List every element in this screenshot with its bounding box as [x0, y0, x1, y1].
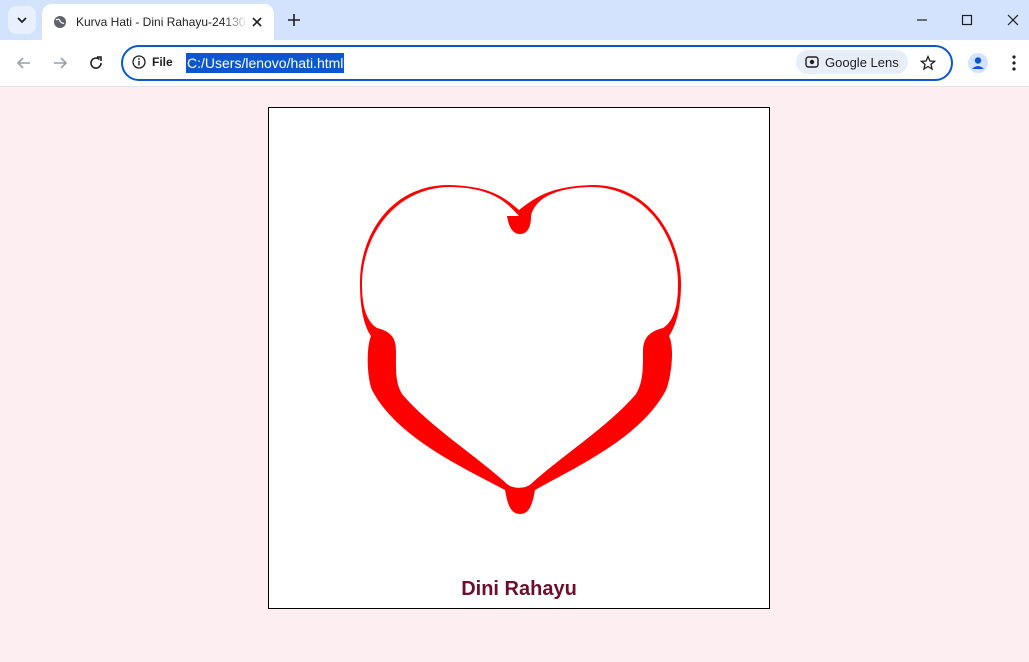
- chevron-down-icon: [17, 17, 27, 24]
- close-icon[interactable]: [248, 13, 266, 31]
- back-button[interactable]: [12, 51, 36, 75]
- menu-button[interactable]: [1006, 51, 1022, 75]
- tab-title: Kurva Hati - Dini Rahayu-24130: [76, 15, 246, 29]
- address-bar[interactable]: File C:/Users/lenovo/hati.html Google Le…: [121, 45, 953, 81]
- more-vert-icon: [1012, 55, 1016, 71]
- new-tab-button[interactable]: [284, 10, 304, 30]
- author-name: Dini Rahayu: [461, 578, 577, 600]
- reload-icon: [90, 56, 102, 69]
- window-close-button[interactable]: [1001, 8, 1025, 32]
- lens-icon: [805, 56, 819, 68]
- arrow-right-icon: [54, 57, 68, 69]
- bookmark-button[interactable]: [917, 52, 939, 74]
- site-info-chip[interactable]: File: [132, 55, 173, 69]
- minimize-button[interactable]: [910, 8, 934, 32]
- globe-icon: [52, 14, 68, 30]
- avatar-icon: [968, 53, 988, 73]
- info-icon: [132, 55, 146, 69]
- forward-button[interactable]: [48, 51, 72, 75]
- close-icon: [1007, 14, 1019, 26]
- tab-search-button[interactable]: [8, 6, 36, 34]
- maximize-button[interactable]: [955, 8, 979, 32]
- page-viewport: Dini Rahayu: [0, 87, 1029, 662]
- heart-curve: [359, 185, 681, 514]
- plus-icon: [288, 14, 300, 26]
- file-scheme-label: File: [152, 55, 173, 69]
- arrow-left-icon: [16, 57, 30, 69]
- browser-tab-strip: Kurva Hati - Dini Rahayu-24130: [0, 0, 1029, 40]
- browser-toolbar: File C:/Users/lenovo/hati.html Google Le…: [0, 40, 1029, 87]
- maximize-icon: [961, 14, 973, 26]
- google-lens-button[interactable]: Google Lens: [796, 50, 908, 74]
- url-text[interactable]: C:/Users/lenovo/hati.html: [186, 53, 345, 73]
- reload-button[interactable]: [84, 51, 108, 75]
- active-tab[interactable]: Kurva Hati - Dini Rahayu-24130: [42, 4, 274, 40]
- google-lens-label: Google Lens: [825, 54, 899, 70]
- profile-button[interactable]: [966, 51, 990, 75]
- star-icon: [920, 55, 936, 71]
- minimize-icon: [917, 19, 927, 21]
- heart-canvas: Dini Rahayu: [268, 107, 770, 609]
